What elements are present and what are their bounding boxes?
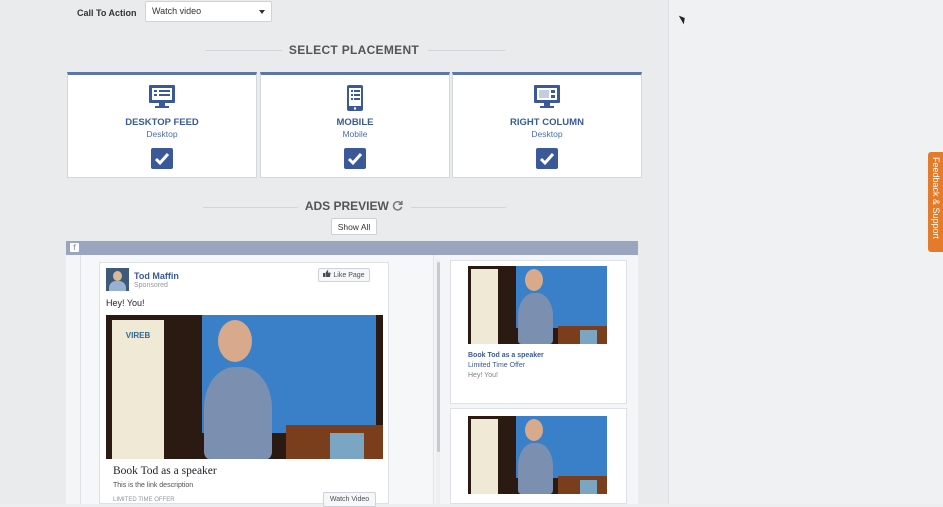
refresh-icon[interactable] [392, 200, 403, 211]
like-page-button[interactable]: Like Page [318, 268, 370, 282]
select-placement-title: SELECT PLACEMENT [288, 43, 420, 57]
link-description: This is the link description [113, 482, 194, 489]
link-title[interactable]: Book Tod as a speaker [113, 465, 217, 477]
watch-video-button[interactable]: Watch Video [323, 492, 376, 507]
sponsored-label: Sponsored [134, 282, 168, 289]
checkbox-checked-icon[interactable] [151, 148, 173, 169]
placement-title: DESKTOP FEED [125, 117, 199, 128]
thumbs-up-icon [323, 270, 332, 277]
show-all-button[interactable]: Show All [331, 218, 377, 235]
placement-card-desktop-feed[interactable]: DESKTOP FEED Desktop [67, 72, 257, 178]
desktop-feed-icon [149, 85, 175, 108]
ads-preview-title: ADS PREVIEW [304, 199, 389, 213]
placement-subtitle: Desktop [531, 129, 563, 139]
right-column-icon [534, 85, 560, 108]
like-page-label: Like Page [333, 272, 365, 279]
right-column-ad-title[interactable]: Book Tod as a speaker [468, 352, 544, 359]
call-to-action-select[interactable]: Watch video [145, 1, 272, 22]
mobile-icon [347, 85, 363, 111]
right-column-ad-text: Hey! You! [468, 372, 498, 379]
right-column-ad-image[interactable] [468, 416, 607, 494]
placement-card-right-column[interactable]: RIGHT COLUMN Desktop [452, 72, 642, 178]
placement-card-mobile[interactable]: MOBILE Mobile [260, 72, 450, 178]
placement-title: MOBILE [336, 117, 374, 128]
scrollbar-thumb[interactable] [437, 262, 440, 452]
speaker-banner: VIREB [112, 320, 164, 459]
checkbox-checked-icon[interactable] [536, 148, 558, 169]
call-to-action-value: Watch video [152, 6, 202, 16]
feedback-support-label: Feedback & Support [931, 157, 941, 240]
chevron-down-icon [259, 10, 265, 14]
post-text: Hey! You! [106, 298, 145, 308]
placement-subtitle: Mobile [342, 129, 368, 139]
feedback-support-tab[interactable]: Feedback & Support [928, 152, 943, 252]
facebook-preview-bar: f [66, 241, 638, 255]
ads-preview-heading: ADS PREVIEW [0, 199, 708, 213]
page-name-link[interactable]: Tod Maffin [134, 271, 179, 281]
avatar [106, 268, 129, 291]
right-column-ad-subtitle: Limited Time Offer [468, 362, 526, 369]
checkbox-checked-icon[interactable] [344, 148, 366, 169]
right-empty-area [668, 0, 943, 504]
placement-subtitle: Desktop [146, 129, 178, 139]
link-caption: LIMITED TIME OFFER [113, 497, 175, 503]
call-to-action-label: Call To Action [77, 8, 137, 18]
placement-title: RIGHT COLUMN [510, 117, 584, 128]
right-column-ad-image[interactable] [468, 266, 607, 344]
facebook-icon: f [70, 243, 79, 252]
ad-image[interactable]: VIREB [106, 315, 383, 459]
